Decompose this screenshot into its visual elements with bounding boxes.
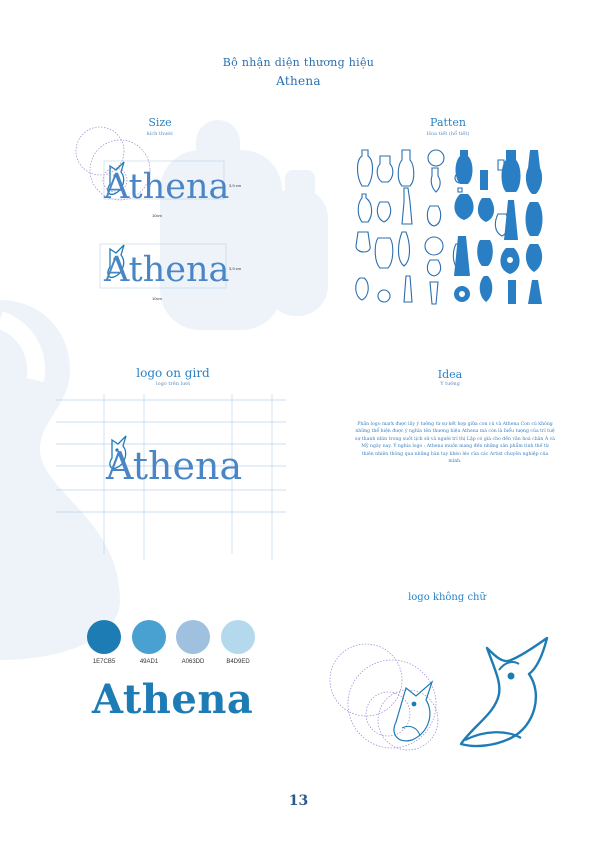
pattern-subtitle: Hoa tiết (hổ tiết) [426, 131, 470, 137]
grid-subtitle: logo trên lưới [155, 381, 190, 387]
grid-wordmark: Athena [106, 444, 243, 488]
owl-mark-large-icon [459, 636, 549, 748]
color-swatch-4 [221, 620, 255, 654]
size-wordmark-1: Athena [104, 167, 230, 207]
size-wordmark-2: Athena [104, 250, 230, 290]
big-wordmark: Athena [92, 676, 254, 723]
color-label-1: 1E7CB5 [92, 659, 116, 665]
logo2-height-label: 3,9 cm [229, 266, 242, 271]
brand-name-heading: Athena [276, 74, 321, 88]
pattern-title: Patten [430, 116, 466, 129]
color-swatch-2 [132, 620, 166, 654]
vase-pattern-illustration [355, 149, 543, 305]
color-swatch-1 [87, 620, 121, 654]
grid-title: logo on gird [136, 366, 210, 380]
color-label-4: B4D9ED [226, 659, 250, 665]
brand-identity-heading: Bộ nhận diện thương hiệu [222, 56, 375, 69]
nowords-title: logo không chữ [408, 592, 486, 603]
logo1-width-label: 10cm [152, 213, 162, 218]
color-label-2: 49AD1 [139, 659, 159, 665]
page-number: 13 [288, 793, 309, 809]
idea-title: Idea [437, 368, 463, 381]
idea-paragraph: Phần logo mark được lấy ý tưởng từ sự kế… [355, 422, 555, 465]
color-label-3: A063DD [181, 659, 205, 665]
logo2-width-label: 10cm [152, 296, 162, 301]
logo1-height-label: 3,9 cm [229, 183, 242, 188]
color-swatch-3 [176, 620, 210, 654]
idea-subtitle: Ý tưởng [440, 381, 460, 387]
